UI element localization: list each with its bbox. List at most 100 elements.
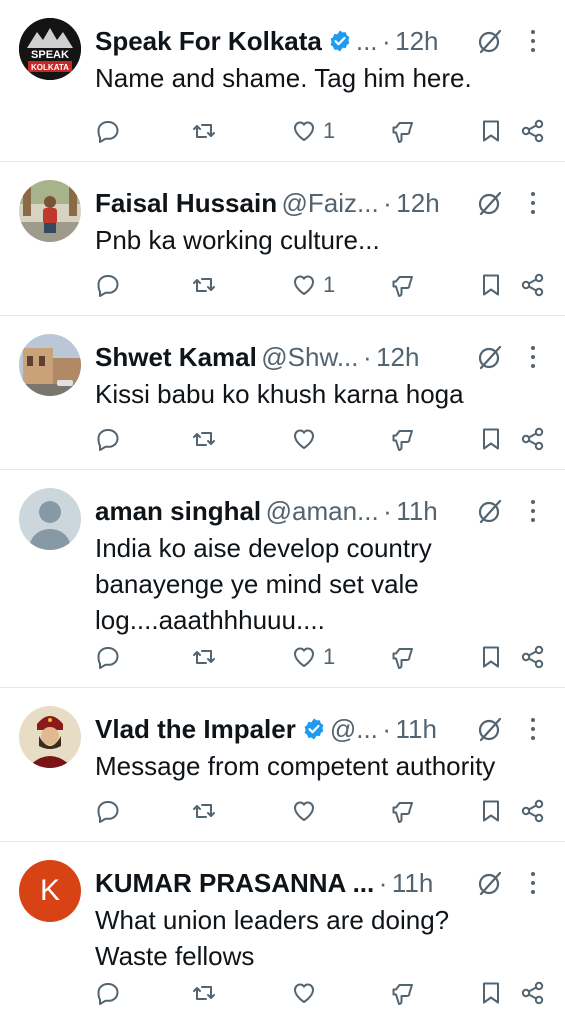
tweet[interactable]: K KUMAR PRASANNA ... · 11h What union le… <box>0 842 565 1024</box>
reply-button[interactable] <box>95 796 121 826</box>
views-button[interactable] <box>390 424 416 454</box>
share-icon <box>521 427 544 451</box>
reply-button[interactable] <box>95 424 121 454</box>
grok-icon[interactable] <box>476 869 504 897</box>
tweet[interactable]: Vlad the Impaler @... · 11h Message from … <box>0 688 565 842</box>
more-options-icon[interactable] <box>522 497 544 525</box>
verified-badge-icon <box>304 718 324 740</box>
timestamp[interactable]: 12h <box>395 26 438 56</box>
avatar[interactable] <box>19 180 81 242</box>
display-name[interactable]: Shwet Kamal <box>95 342 257 372</box>
display-name[interactable]: aman singhal <box>95 496 261 526</box>
reply-button[interactable] <box>95 116 121 146</box>
timestamp[interactable]: 12h <box>376 342 419 372</box>
tweet-text: India ko aise develop country banayenge … <box>95 530 545 638</box>
share-icon <box>521 799 544 823</box>
grok-icon[interactable] <box>476 715 504 743</box>
share-button[interactable] <box>520 642 546 672</box>
avatar[interactable] <box>19 488 81 550</box>
timestamp[interactable]: 12h <box>396 188 439 218</box>
separator-dot: · <box>383 496 392 526</box>
like-button[interactable]: 1 <box>291 270 335 300</box>
share-button[interactable] <box>520 116 546 146</box>
repost-icon <box>193 986 215 1000</box>
bookmark-button[interactable] <box>478 642 504 672</box>
tweet-text-line: Kissi babu ko khush karna hoga <box>95 379 464 409</box>
more-options-icon[interactable] <box>522 869 544 897</box>
reply-button[interactable] <box>95 270 121 300</box>
views-button[interactable] <box>390 796 416 826</box>
reply-icon <box>97 275 119 297</box>
repost-button[interactable] <box>191 796 217 826</box>
repost-button[interactable] <box>191 642 217 672</box>
repost-button[interactable] <box>191 424 217 454</box>
avatar[interactable]: SPEAK KOLKATA <box>19 18 81 80</box>
bookmark-button[interactable] <box>478 796 504 826</box>
more-options-icon[interactable] <box>522 27 544 55</box>
avatar[interactable] <box>19 706 81 768</box>
timestamp[interactable]: 11h <box>396 714 437 744</box>
tweet[interactable]: SPEAK KOLKATA Speak For Kolkata... · 12h… <box>0 0 565 162</box>
like-button[interactable] <box>291 424 323 454</box>
tweet-text-line: Name and shame. Tag him here. <box>95 63 472 93</box>
bookmark-button[interactable] <box>478 978 504 1008</box>
reply-button[interactable] <box>95 978 121 1008</box>
repost-button[interactable] <box>191 270 217 300</box>
handle[interactable]: @Faiz... <box>282 188 379 218</box>
more-options-icon[interactable] <box>522 189 544 217</box>
tweet[interactable]: Shwet Kamal @Shw... · 12h Kissi babu ko … <box>0 316 565 470</box>
avatar[interactable]: K <box>19 860 81 922</box>
views-button[interactable] <box>390 116 416 146</box>
display-name[interactable]: KUMAR PRASANNA ... <box>95 868 374 898</box>
handle[interactable]: ... <box>356 26 378 56</box>
repost-button[interactable] <box>191 978 217 1008</box>
views-button[interactable] <box>390 642 416 672</box>
grok-icon[interactable] <box>476 27 504 55</box>
reply-icon <box>97 983 119 1005</box>
reply-icon <box>97 801 119 823</box>
grok-icon[interactable] <box>476 343 504 371</box>
tweet-text-line: banayenge ye mind set vale <box>95 569 419 599</box>
more-options-icon[interactable] <box>522 715 544 743</box>
display-name[interactable]: Faisal Hussain <box>95 188 277 218</box>
like-button[interactable]: 1 <box>291 116 335 146</box>
like-button[interactable]: 1 <box>291 642 335 672</box>
display-name[interactable]: Vlad the Impaler <box>95 714 296 744</box>
like-button[interactable] <box>291 978 323 1008</box>
views-button[interactable] <box>390 270 416 300</box>
display-name[interactable]: Speak For Kolkata <box>95 26 322 56</box>
action-bar: 1 <box>0 116 565 146</box>
share-button[interactable] <box>520 424 546 454</box>
tweet-text-line: Pnb ka working culture... <box>95 225 380 255</box>
more-options-icon[interactable] <box>522 343 544 371</box>
repost-button[interactable] <box>191 116 217 146</box>
dislike-icon <box>392 276 413 297</box>
share-button[interactable] <box>520 978 546 1008</box>
handle[interactable]: @aman... <box>266 496 379 526</box>
logo-text-speak: SPEAK <box>31 49 69 61</box>
grok-icon[interactable] <box>476 497 504 525</box>
views-button[interactable] <box>390 978 416 1008</box>
like-button[interactable] <box>291 796 323 826</box>
grok-icon[interactable] <box>476 189 504 217</box>
bookmark-icon <box>483 428 499 450</box>
share-button[interactable] <box>520 796 546 826</box>
share-icon <box>521 119 544 143</box>
share-icon <box>521 645 544 669</box>
bookmark-button[interactable] <box>478 270 504 300</box>
bookmark-button[interactable] <box>478 424 504 454</box>
repost-icon <box>193 278 215 292</box>
timestamp[interactable]: 11h <box>396 496 437 526</box>
avatar[interactable] <box>19 334 81 396</box>
separator-dot: · <box>382 714 392 744</box>
reply-button[interactable] <box>95 642 121 672</box>
person-photo-icon <box>19 180 81 242</box>
tweet[interactable]: aman singhal @aman... · 11h India ko ais… <box>0 470 565 688</box>
heart-icon <box>294 983 314 1003</box>
tweet[interactable]: Faisal Hussain @Faiz... · 12h Pnb ka wor… <box>0 162 565 316</box>
timestamp[interactable]: 11h <box>392 868 433 898</box>
handle[interactable]: @Shw... <box>261 342 358 372</box>
handle[interactable]: @... <box>330 714 378 744</box>
bookmark-button[interactable] <box>478 116 504 146</box>
share-button[interactable] <box>520 270 546 300</box>
